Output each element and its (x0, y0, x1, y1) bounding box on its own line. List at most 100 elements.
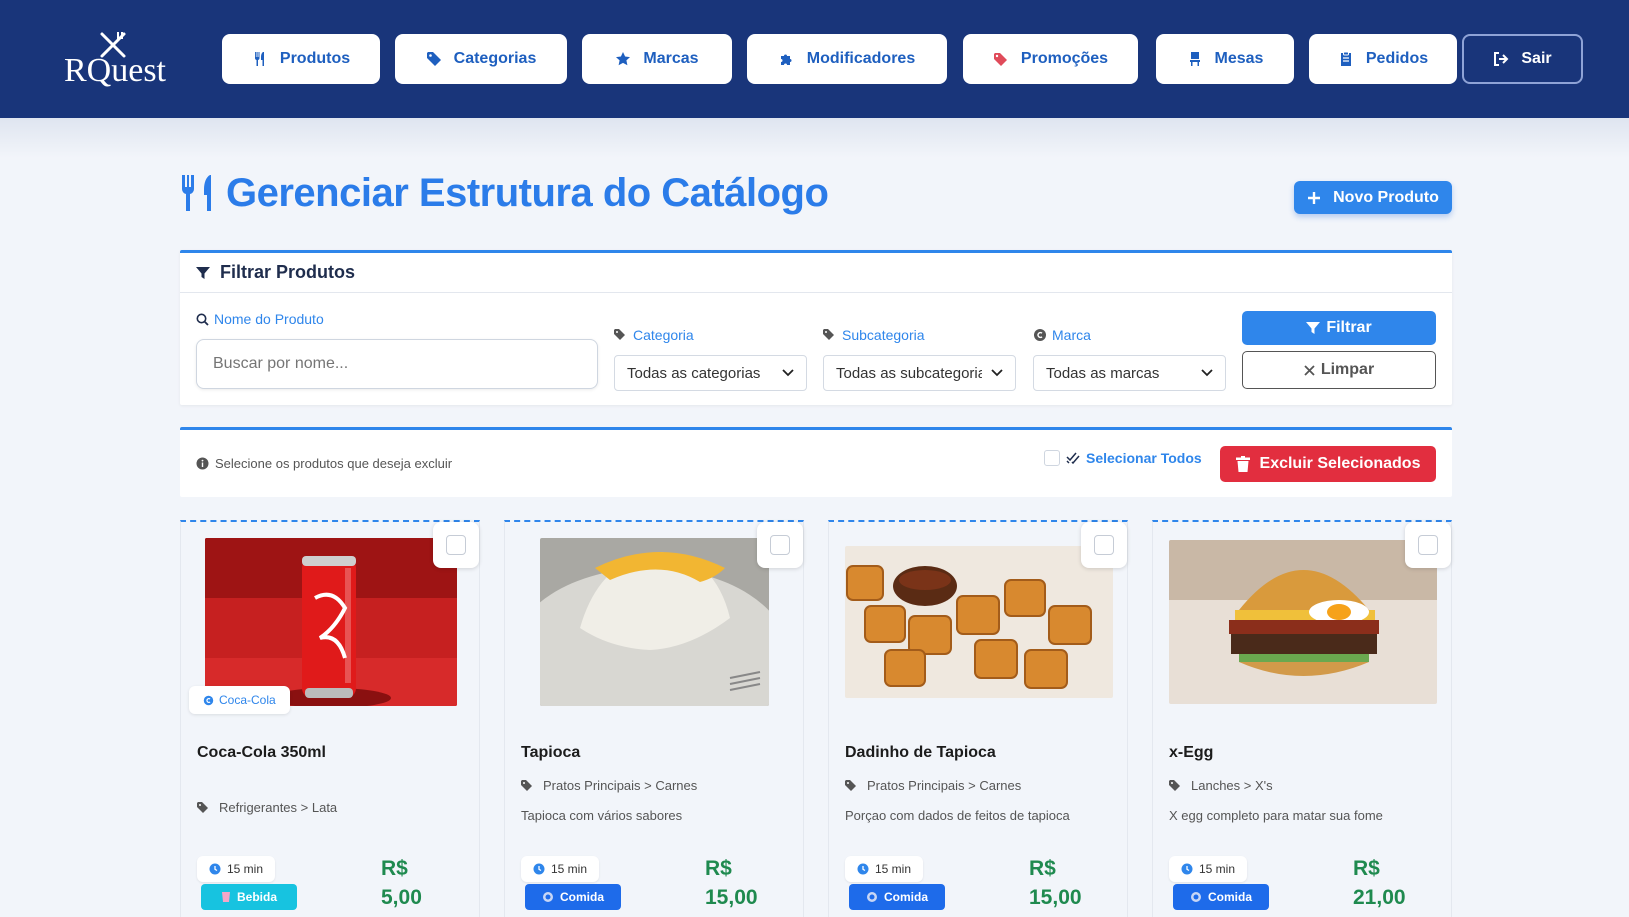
name-label-text: Nome do Produto (214, 311, 324, 327)
product-card[interactable]: Tapioca Pratos Principais > Carnes Tapio… (504, 520, 804, 917)
price-currency: R$ (1353, 857, 1380, 880)
logout-button[interactable]: Sair (1462, 34, 1583, 84)
product-select-checkbox[interactable] (1405, 522, 1451, 568)
prep-time-badge: 15 min (845, 856, 924, 882)
nav-pedidos-label: Pedidos (1365, 50, 1429, 67)
product-type-badge: Comida (525, 884, 621, 910)
brand-select-value: Todas as marcas (1046, 364, 1160, 382)
product-select-checkbox[interactable] (1081, 522, 1127, 568)
filter-icon (196, 266, 210, 279)
product-price: R$ 15,00 (705, 854, 758, 912)
nav-modificadores-button[interactable]: Modificadores (747, 34, 947, 84)
price-value: 21,00 (1353, 886, 1406, 909)
header-shadow (0, 118, 1629, 158)
select-all-checkbox[interactable] (1044, 450, 1060, 466)
logo-text: RQuest (64, 52, 166, 89)
filter-header: Filtrar Produtos (180, 253, 1452, 293)
product-name: Coca-Cola 350ml (197, 744, 326, 761)
product-category-text: Refrigerantes > Lata (219, 800, 338, 815)
selection-bar: Selecione os produtos que deseja excluir… (180, 427, 1452, 497)
select-all-label: Selecionar Todos (1086, 450, 1202, 466)
delete-selected-label: Excluir Selecionados (1259, 455, 1421, 472)
prep-time-badge: 15 min (521, 856, 600, 882)
search-input[interactable] (196, 339, 598, 389)
product-price: R$ 21,00 (1353, 854, 1406, 912)
name-label: Nome do Produto (196, 311, 324, 327)
product-select-checkbox[interactable] (757, 522, 803, 568)
filter-button[interactable]: Filtrar (1242, 311, 1436, 345)
select-all-toggle[interactable]: Selecionar Todos (1044, 450, 1202, 466)
delete-selected-button[interactable]: Excluir Selecionados (1220, 446, 1436, 482)
nav-mesas-label: Mesas (1214, 50, 1264, 67)
tags-icon (845, 779, 856, 791)
utensils-icon (254, 52, 264, 66)
nav-promocoes-button[interactable]: Promoções (963, 34, 1138, 84)
nav-promocoes-label: Promoções (1020, 50, 1109, 67)
product-type-text: Comida (1207, 890, 1252, 904)
filter-button-label: Filtrar (1326, 319, 1372, 336)
product-card[interactable]: Coca-Cola Coca-Cola 350ml Refrigerantes … (180, 520, 480, 917)
product-name: x-Egg (1169, 744, 1214, 761)
tag-icon (426, 52, 441, 66)
page-title-text: Gerenciar Estrutura do Catálogo (226, 170, 829, 215)
category-select[interactable]: Todas as categorias (614, 355, 807, 391)
chevron-down-icon (782, 369, 794, 377)
app-logo[interactable]: RQuest (62, 30, 172, 96)
clear-button[interactable]: Limpar (1242, 351, 1436, 389)
nav-produtos-button[interactable]: Produtos (222, 34, 380, 84)
product-type-text: Comida (559, 890, 604, 904)
product-select-checkbox[interactable] (433, 522, 479, 568)
prep-time-badge: 15 min (1169, 856, 1248, 882)
brand-label: Marca (1033, 327, 1091, 343)
nav-categorias-button[interactable]: Categorias (395, 34, 567, 84)
prep-time-text: 15 min (551, 862, 588, 876)
category-label-text: Categoria (633, 327, 694, 343)
brand-badge: Coca-Cola (189, 686, 290, 714)
category-label: Categoria (614, 327, 694, 343)
selection-hint-text: Selecione os produtos que deseja excluir (215, 456, 453, 471)
product-category: Pratos Principais > Carnes (845, 778, 1021, 793)
chevron-down-icon (991, 369, 1003, 377)
check-double-icon (1066, 452, 1080, 464)
product-category: Pratos Principais > Carnes (521, 778, 697, 793)
product-image-dadinho (845, 546, 1113, 698)
utensils-icon (181, 175, 211, 211)
brand-select[interactable]: Todas as marcas (1033, 355, 1226, 391)
tags-icon (1169, 779, 1180, 791)
plate-icon (542, 892, 553, 902)
subcategory-label-text: Subcategoria (842, 327, 925, 343)
top-navbar: RQuest Produtos Categorias Marcas Modifi… (0, 0, 1629, 118)
new-product-button[interactable]: Novo Produto (1294, 181, 1452, 214)
filter-icon (1306, 322, 1321, 334)
clock-icon (533, 863, 545, 875)
product-price: R$ 15,00 (1029, 854, 1082, 912)
tags-icon (614, 329, 625, 340)
product-card[interactable]: x-Egg Lanches > X's X egg completo para … (1152, 520, 1452, 917)
product-name: Dadinho de Tapioca (845, 744, 996, 761)
clock-icon (857, 863, 869, 875)
nav-marcas-button[interactable]: Marcas (582, 34, 732, 84)
product-category-text: Pratos Principais > Carnes (543, 778, 698, 793)
clear-button-label: Limpar (1320, 361, 1375, 378)
tags-icon (197, 801, 208, 813)
glass-icon (221, 892, 230, 902)
product-type-badge: Comida (849, 884, 945, 910)
nav-pedidos-button[interactable]: Pedidos (1309, 34, 1457, 84)
nav-mesas-button[interactable]: Mesas (1156, 34, 1294, 84)
price-currency: R$ (705, 857, 732, 880)
clock-icon (209, 863, 221, 875)
info-circle-icon (196, 457, 209, 470)
plate-icon (1190, 892, 1201, 902)
copyright-icon (1034, 329, 1046, 341)
product-category-text: Pratos Principais > Carnes (867, 778, 1022, 793)
star-icon (616, 52, 631, 66)
subcategory-select[interactable]: Todas as subcategorias (823, 355, 1016, 391)
product-card[interactable]: Dadinho de Tapioca Pratos Principais > C… (828, 520, 1128, 917)
page-title: Gerenciar Estrutura do Catálogo (180, 168, 829, 218)
product-type-text: Comida (883, 890, 928, 904)
price-currency: R$ (1029, 857, 1056, 880)
nav-modificadores-label: Modificadores (806, 50, 916, 67)
filter-heading: Filtrar Produtos (220, 262, 356, 282)
selection-hint: Selecione os produtos que deseja excluir (196, 456, 452, 471)
puzzle-icon (780, 54, 792, 65)
